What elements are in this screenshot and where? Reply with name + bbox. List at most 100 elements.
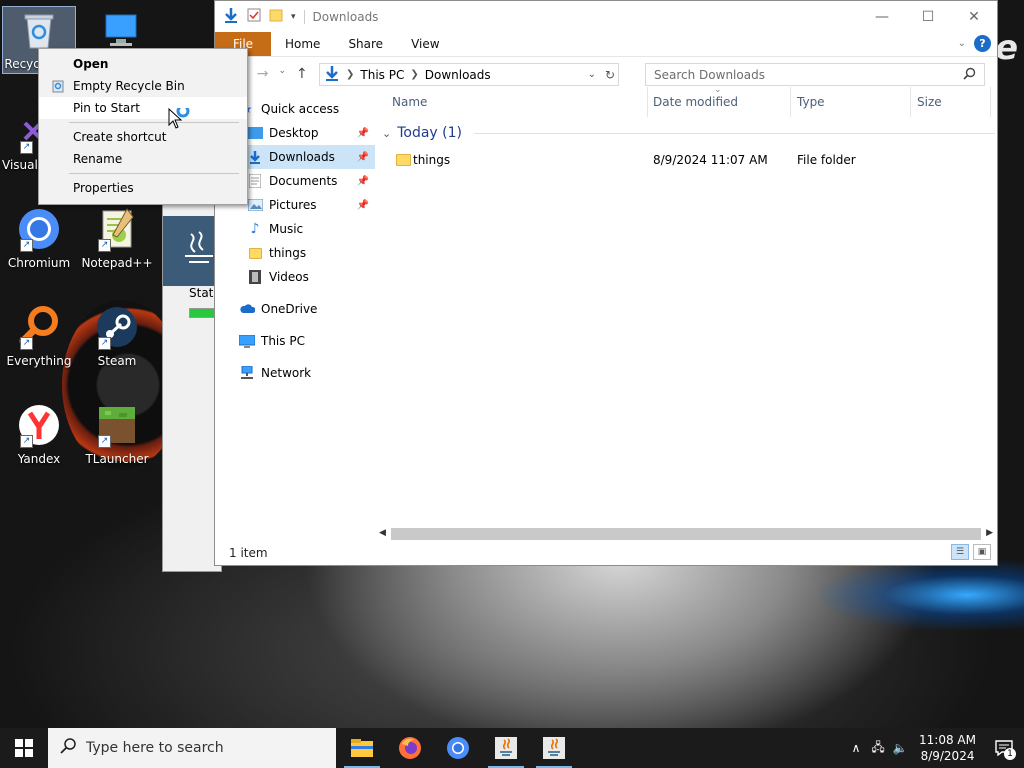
- taskbar-apps: [338, 728, 578, 768]
- documents-folder-icon: [247, 174, 263, 188]
- volume-muted-icon[interactable]: 🔈: [889, 741, 911, 755]
- menu-item-rename[interactable]: Rename: [39, 148, 247, 170]
- network-status-icon[interactable]: 🖧: [867, 738, 889, 759]
- nav-videos[interactable]: Videos: [215, 265, 375, 289]
- address-dropdown-icon[interactable]: ⌄: [588, 69, 596, 80]
- search-placeholder: Search Downloads: [654, 67, 765, 82]
- pictures-folder-icon: [247, 198, 263, 212]
- minimize-icon[interactable]: —: [859, 1, 905, 32]
- scroll-left-icon[interactable]: ◀: [379, 528, 386, 538]
- customize-toolbar-icon[interactable]: ▾: [291, 12, 296, 22]
- nav-label: Documents: [269, 174, 338, 188]
- maximize-icon[interactable]: ☐: [905, 1, 951, 32]
- taskbar-firefox[interactable]: [386, 728, 434, 768]
- nav-onedrive[interactable]: OneDrive: [215, 297, 375, 321]
- taskbar-java-app-2[interactable]: [530, 728, 578, 768]
- desktop-icon-notepadpp[interactable]: ↗ Notepad++: [80, 206, 154, 270]
- refresh-icon[interactable]: ↻: [605, 68, 615, 82]
- pin-icon[interactable]: 📌: [357, 176, 369, 187]
- tab-view[interactable]: View: [397, 32, 453, 56]
- desktop-icon-chromium[interactable]: ↗ Chromium: [2, 206, 76, 270]
- column-size[interactable]: Size: [917, 95, 942, 109]
- properties-check-icon[interactable]: [247, 8, 261, 25]
- taskbar-java-app-1[interactable]: [482, 728, 530, 768]
- horizontal-scrollbar[interactable]: ◀ ▶: [375, 526, 997, 542]
- shortcut-arrow-icon: ↗: [20, 239, 33, 252]
- up-arrow-icon[interactable]: ↑: [296, 66, 308, 82]
- column-name[interactable]: Name: [392, 95, 427, 109]
- pin-icon[interactable]: 📌: [357, 200, 369, 211]
- title-bar[interactable]: ▾ Downloads — ☐ ✕: [215, 1, 997, 32]
- file-list[interactable]: Name Date modified ⌄ Type Size ⌄ Today (…: [380, 85, 997, 527]
- background-window-banner: [163, 216, 221, 286]
- new-folder-icon[interactable]: [269, 8, 283, 25]
- help-icon[interactable]: ?: [974, 35, 991, 52]
- taskbar-chromium[interactable]: [434, 728, 482, 768]
- nav-label: This PC: [261, 334, 305, 348]
- java-icon: [495, 737, 517, 759]
- background-window[interactable]: Statu: [162, 195, 222, 572]
- recent-locations-icon[interactable]: ⌄: [278, 66, 286, 82]
- collapse-chevron-icon[interactable]: ⌄: [382, 127, 391, 140]
- pin-icon[interactable]: 📌: [357, 152, 369, 163]
- address-bar[interactable]: ❯ This PC ❯ Downloads ⌄ ↻: [319, 63, 619, 86]
- tab-share[interactable]: Share: [334, 32, 397, 56]
- menu-item-empty-recycle-bin[interactable]: Empty Recycle Bin: [39, 75, 247, 97]
- context-menu: Open Empty Recycle Bin Pin to Start Crea…: [38, 48, 248, 205]
- file-explorer-window[interactable]: ▾ Downloads — ☐ ✕ File Home Share View ⌄…: [214, 0, 998, 566]
- menu-item-properties[interactable]: Properties: [39, 177, 247, 199]
- nav-network[interactable]: Network: [215, 361, 375, 385]
- quick-access-toolbar: ▾: [215, 7, 296, 26]
- file-type: File folder: [797, 153, 856, 167]
- expand-ribbon-icon[interactable]: ⌄: [958, 38, 966, 49]
- desktop-icon-yandex[interactable]: ↗ Yandex: [2, 402, 76, 466]
- breadcrumb-this-pc[interactable]: This PC: [360, 68, 404, 82]
- ribbon-tabs: File Home Share View ⌄ ?: [215, 32, 997, 56]
- breadcrumb-downloads[interactable]: Downloads: [425, 68, 491, 82]
- nav-label: Desktop: [269, 126, 319, 140]
- close-icon[interactable]: ✕: [951, 1, 997, 32]
- pin-icon[interactable]: 📌: [357, 128, 369, 139]
- computer-icon: [239, 334, 255, 348]
- nav-this-pc[interactable]: This PC: [215, 329, 375, 353]
- desktop-wallpaper-light: [820, 560, 1024, 630]
- notepadpp-icon: ↗: [94, 206, 140, 252]
- column-headers: Name Date modified ⌄ Type Size: [380, 85, 997, 117]
- details-view-icon[interactable]: ☰: [951, 544, 969, 560]
- search-icon[interactable]: [963, 67, 976, 83]
- scroll-right-icon[interactable]: ▶: [986, 528, 993, 538]
- clock[interactable]: 11:08 AM 8/9/2024: [911, 732, 984, 764]
- column-type[interactable]: Type: [797, 95, 825, 109]
- folder-icon: [247, 246, 263, 260]
- scrollbar-thumb[interactable]: [391, 528, 981, 540]
- large-icons-view-icon[interactable]: ▣: [973, 544, 991, 560]
- shortcut-arrow-icon: ↗: [20, 435, 33, 448]
- shortcut-arrow-icon: ↗: [98, 337, 111, 350]
- clock-time: 11:08 AM: [919, 733, 976, 747]
- menu-item-create-shortcut[interactable]: Create shortcut: [39, 126, 247, 148]
- desktop-icon-everything[interactable]: ↗ Everything: [2, 304, 76, 368]
- taskbar-search-box[interactable]: Type here to search: [48, 728, 336, 768]
- menu-separator: [69, 173, 239, 174]
- menu-item-pin-to-start[interactable]: Pin to Start: [39, 97, 247, 119]
- action-center-button[interactable]: 1: [984, 728, 1024, 768]
- menu-item-open[interactable]: Open: [39, 53, 247, 75]
- videos-folder-icon: [247, 270, 263, 284]
- nav-label: Music: [269, 222, 304, 236]
- column-date-modified[interactable]: Date modified: [653, 95, 738, 109]
- start-button[interactable]: [0, 728, 48, 768]
- forward-arrow-icon[interactable]: →: [257, 66, 269, 82]
- show-hidden-icons-chevron-icon[interactable]: ∧: [845, 741, 867, 755]
- chromium-icon: [447, 737, 469, 759]
- taskbar-file-explorer[interactable]: [338, 728, 386, 768]
- nav-music[interactable]: ♪ Music: [215, 217, 375, 241]
- search-input[interactable]: Search Downloads: [645, 63, 985, 86]
- nav-things[interactable]: things: [215, 241, 375, 265]
- desktop-icon-steam[interactable]: ↗ Steam: [80, 304, 154, 368]
- tab-home[interactable]: Home: [271, 32, 334, 56]
- taskbar: Type here to search ∧ 🖧 🔈 11:08 AM 8/9/2…: [0, 728, 1024, 768]
- group-header-today[interactable]: ⌄ Today (1): [380, 125, 995, 141]
- shortcut-arrow-icon: ↗: [20, 141, 33, 154]
- table-row[interactable]: things 8/9/2024 11:07 AM File folder: [392, 149, 992, 171]
- desktop-icon-tlauncher[interactable]: ↗ TLauncher: [80, 402, 154, 466]
